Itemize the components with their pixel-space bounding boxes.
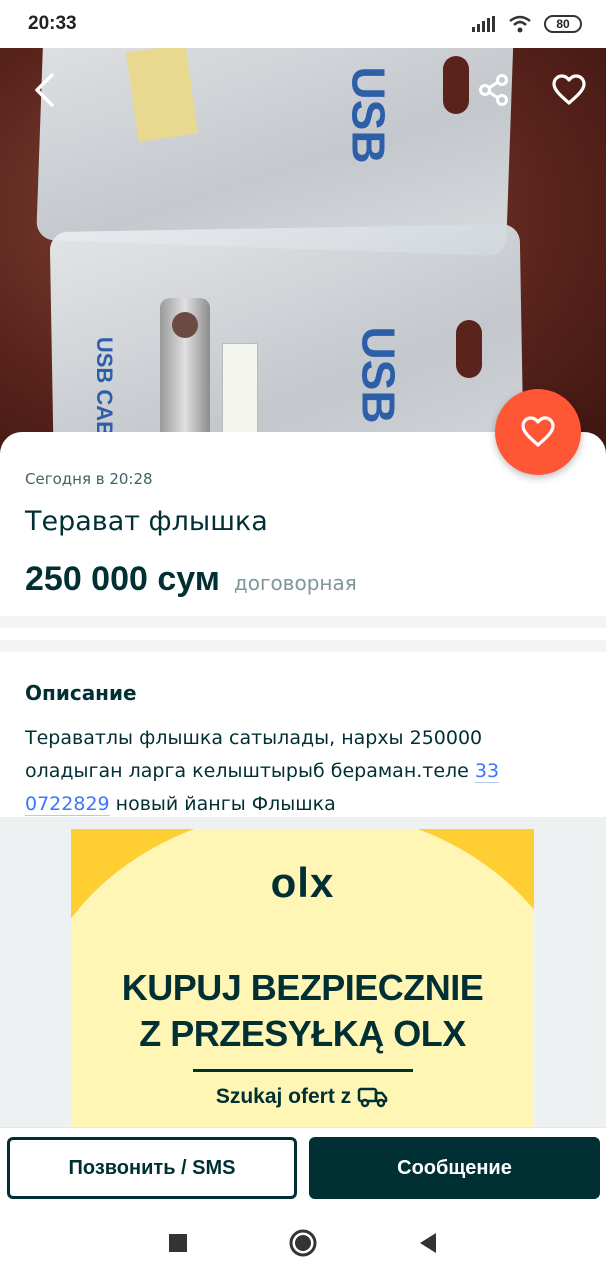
price-row: 250 000 сум договорная: [25, 560, 357, 599]
system-nav-bar: [0, 1207, 606, 1280]
status-icons: 80: [472, 15, 582, 33]
recents-button[interactable]: [160, 1225, 196, 1261]
section-divider: [0, 616, 606, 628]
call-sms-button[interactable]: Позвонить / SMS: [7, 1137, 297, 1199]
price: 250 000 сум: [25, 560, 220, 598]
description-body: Тераватлы флышка сатылады, нархы 250000 …: [25, 727, 483, 782]
ad-divider: [193, 1069, 413, 1072]
back-button[interactable]: [20, 66, 68, 114]
share-icon: [479, 74, 508, 106]
description-body-end: новый йангы Флышка: [109, 793, 336, 815]
package-slot: [456, 320, 482, 378]
ad-cta: Szukaj ofert z: [71, 1085, 534, 1109]
home-button[interactable]: [285, 1225, 321, 1261]
description-heading: Описание: [25, 681, 137, 705]
wifi-icon: [509, 15, 531, 33]
home-circle-icon: [289, 1229, 317, 1257]
message-button[interactable]: Сообщение: [309, 1137, 600, 1199]
ad-headline: KUPUJ BEZPIECZNIE: [121, 967, 484, 1008]
back-nav-button[interactable]: [410, 1225, 446, 1261]
usb-drive: [160, 298, 210, 448]
back-arrow-icon: [35, 73, 54, 107]
ad-area: olx KUPUJ BEZPIECZNIE Z PRZESYŁKĄ OLX Sz…: [0, 817, 606, 1130]
status-bar: 20:33 80: [0, 0, 606, 48]
heart-outline-icon: [521, 416, 555, 447]
signal-icon: [472, 16, 495, 32]
share-button[interactable]: [470, 66, 518, 114]
package-text: USB: [352, 326, 405, 424]
status-time: 20:33: [28, 13, 77, 34]
posted-date: Сегодня в 20:28: [25, 470, 153, 488]
package-image: [49, 223, 525, 458]
action-bar: Позвонить / SMS Сообщение: [0, 1127, 606, 1207]
barcode-sticker: [222, 343, 258, 433]
favorite-fab[interactable]: [495, 389, 581, 475]
ad-headline: Z PRZESYŁKĄ OLX: [139, 1013, 466, 1054]
description-text: Тераватлы флышка сатылады, нархы 250000 …: [25, 722, 585, 821]
listing-title: Терават флышка: [25, 506, 268, 537]
favorite-button[interactable]: [545, 66, 593, 114]
battery-icon: 80: [544, 15, 582, 33]
package-tab: [126, 48, 198, 142]
package-text: USB: [342, 66, 395, 164]
section-divider: [0, 640, 606, 652]
ad-banner[interactable]: olx KUPUJ BEZPIECZNIE Z PRZESYŁKĄ OLX Sz…: [71, 829, 534, 1130]
negotiable-label: договорная: [233, 571, 357, 595]
back-triangle-icon: [420, 1233, 436, 1253]
recents-square-icon: [169, 1234, 187, 1252]
delivery-truck-icon: [357, 1087, 388, 1108]
ad-cta-text: Szukaj ofert z: [215, 1085, 352, 1108]
olx-logo: olx: [270, 859, 335, 906]
heart-outline-icon: [552, 74, 586, 105]
package-slot: [443, 56, 469, 114]
battery-level: 80: [556, 17, 570, 31]
